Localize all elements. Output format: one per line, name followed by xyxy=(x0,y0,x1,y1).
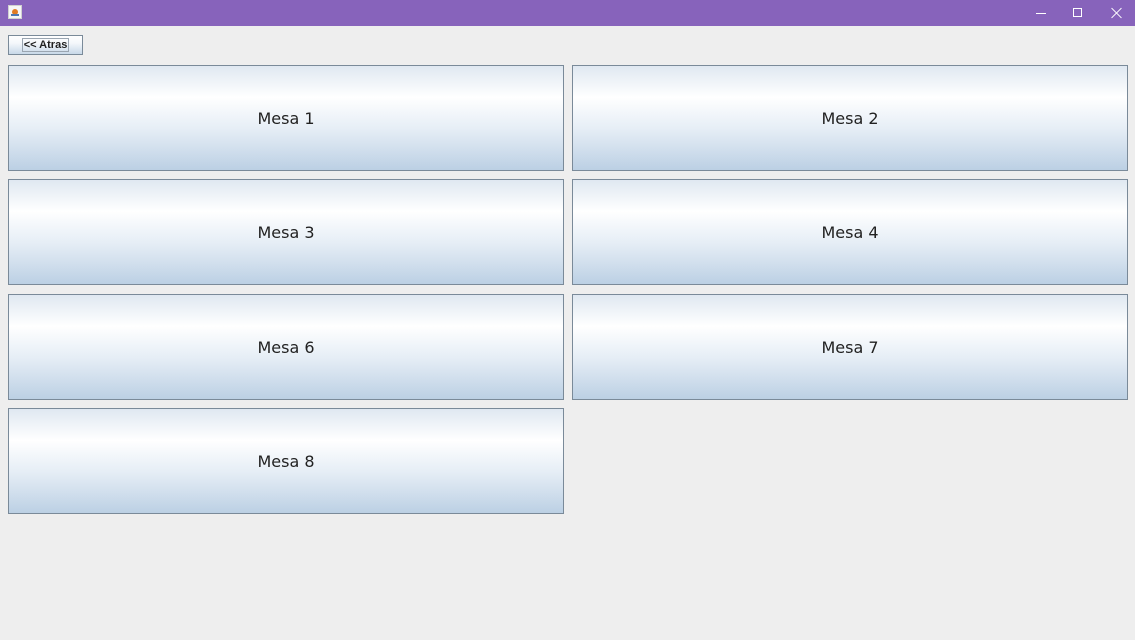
back-button[interactable]: << Atras xyxy=(8,35,83,55)
mesa-label: Mesa 8 xyxy=(257,451,315,471)
title-bar[interactable] xyxy=(0,0,1135,26)
app-window: << Atras Mesa 1 Mesa 2 Mesa 3 Mesa 4 Mes… xyxy=(0,0,1135,640)
minimize-icon xyxy=(1036,13,1046,14)
mesa-label: Mesa 7 xyxy=(821,337,879,357)
mesa-label: Mesa 1 xyxy=(257,108,315,128)
mesa-1-button[interactable]: Mesa 1 xyxy=(8,65,564,171)
mesa-2-button[interactable]: Mesa 2 xyxy=(572,65,1128,171)
mesa-8-button[interactable]: Mesa 8 xyxy=(8,408,564,514)
close-icon xyxy=(1111,7,1123,19)
mesa-3-button[interactable]: Mesa 3 xyxy=(8,179,564,285)
maximize-icon xyxy=(1073,8,1082,17)
mesa-label: Mesa 6 xyxy=(257,337,315,357)
mesa-6-button[interactable]: Mesa 6 xyxy=(8,294,564,400)
mesa-label: Mesa 2 xyxy=(821,108,879,128)
mesa-4-button[interactable]: Mesa 4 xyxy=(572,179,1128,285)
minimize-button[interactable] xyxy=(1022,0,1060,26)
mesa-7-button[interactable]: Mesa 7 xyxy=(572,294,1128,400)
mesa-label: Mesa 4 xyxy=(821,222,879,242)
maximize-button[interactable] xyxy=(1059,0,1097,26)
mesa-label: Mesa 3 xyxy=(257,222,315,242)
java-app-icon[interactable] xyxy=(8,5,22,19)
back-button-label: << Atras xyxy=(21,38,70,52)
close-button[interactable] xyxy=(1097,0,1135,26)
